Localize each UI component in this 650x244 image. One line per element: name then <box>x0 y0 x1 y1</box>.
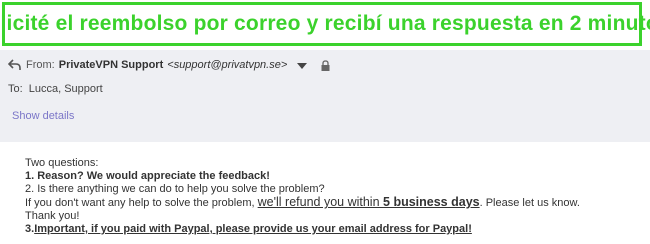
sender-name[interactable]: PrivateVPN Support <box>59 59 164 71</box>
to-recipients[interactable]: Lucca, Support <box>29 83 103 95</box>
business-days-text: 5 business days <box>383 195 480 209</box>
to-row: To: Lucca, Support <box>8 83 103 95</box>
body-line-2: 1. Reason? We would appreciate the feedb… <box>25 170 270 182</box>
chevron-down-icon[interactable] <box>297 61 308 69</box>
body-line-6: 3.Important, if you paid with Paypal, pl… <box>25 223 645 236</box>
email-header: From: PrivateVPN Support <support@privat… <box>0 50 650 142</box>
body-line-4-pre: If you don't want any help to solve the … <box>25 197 258 209</box>
body-line-5: Thank you! <box>25 210 80 222</box>
body-line-4: If you don't want any help to solve the … <box>25 196 645 210</box>
email-body: Two questions: 1. Reason? We would appre… <box>25 157 645 236</box>
body-line-1: Two questions: <box>25 157 99 169</box>
from-row: From: PrivateVPN Support <support@privat… <box>7 59 330 71</box>
body-line-4-post: . Please let us know. <box>479 197 580 209</box>
body-line-6-text: Important, if you paid with Paypal, plea… <box>34 223 472 235</box>
sender-email[interactable]: <support@privatvpn.se> <box>167 59 287 71</box>
from-label: From: <box>26 59 55 71</box>
caption-banner: Solicité el reembolso por correo y recib… <box>0 2 650 46</box>
show-details-link[interactable]: Show details <box>12 110 74 122</box>
refund-text: we'll refund you within <box>257 195 384 209</box>
banner-text: Solicité el reembolso por correo y recib… <box>0 12 650 35</box>
reply-icon[interactable] <box>7 59 22 71</box>
lock-icon <box>321 59 330 71</box>
body-line-6-number: 3. <box>25 223 35 235</box>
to-label: To: <box>8 83 23 95</box>
